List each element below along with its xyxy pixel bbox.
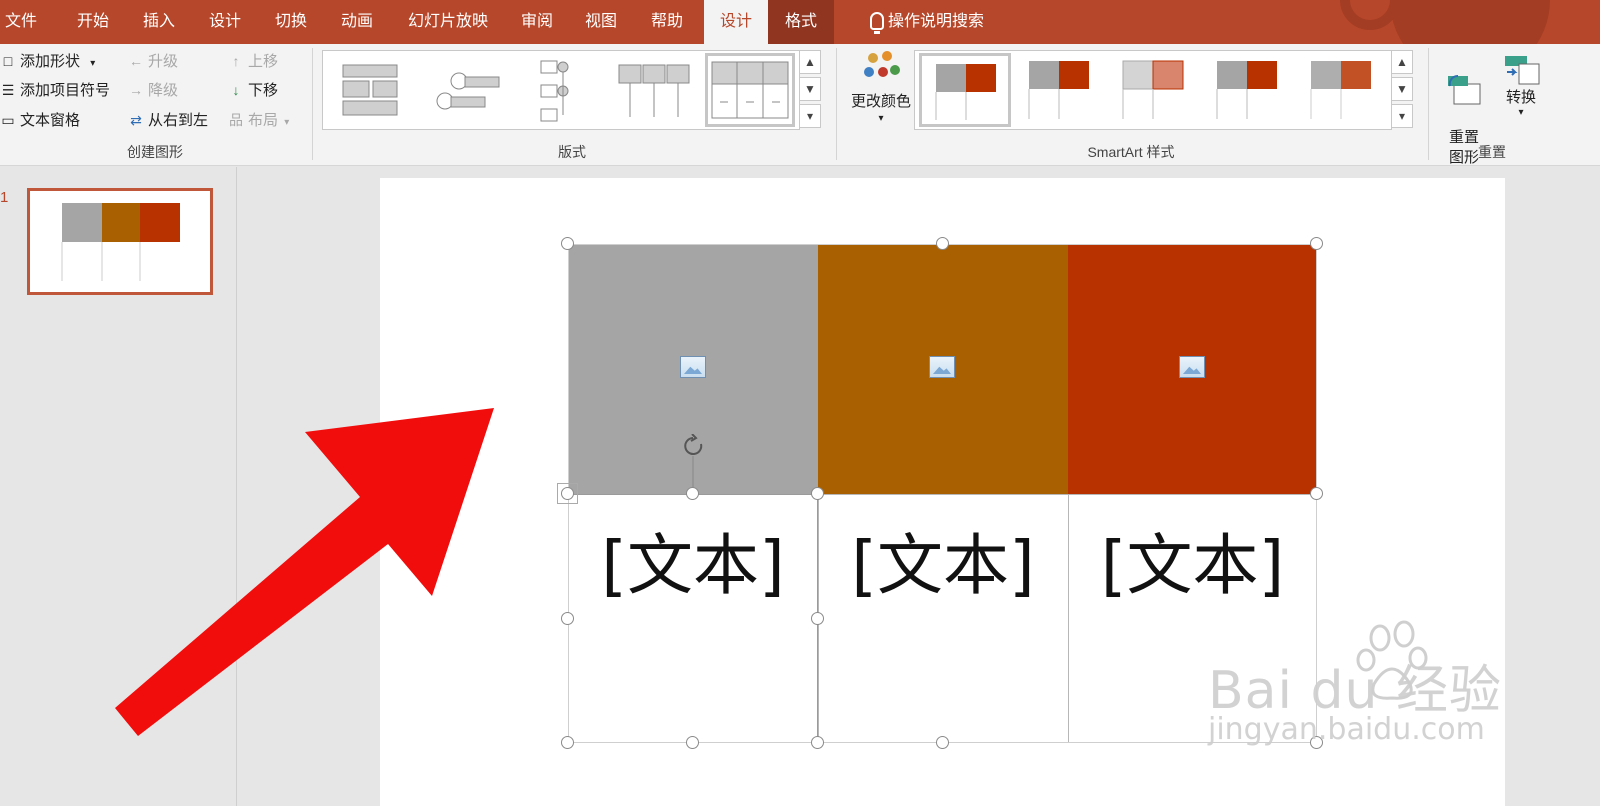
red-annotation-arrow <box>115 408 494 736</box>
